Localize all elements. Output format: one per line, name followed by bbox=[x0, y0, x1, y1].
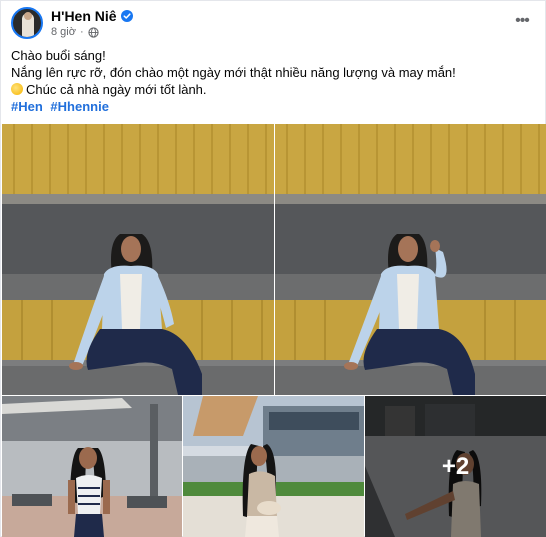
post-photo-5[interactable]: +2 bbox=[365, 396, 546, 537]
post-line-3: Chúc cả nhà ngày mới tốt lành. bbox=[11, 81, 536, 98]
post-photo-3[interactable] bbox=[2, 396, 182, 537]
post-header: H'Hen Niê 8 giờ · ••• bbox=[1, 1, 546, 41]
post-photo-1[interactable] bbox=[2, 124, 274, 395]
facebook-post: H'Hen Niê 8 giờ · ••• Chào buổi sáng! Nắ… bbox=[0, 0, 546, 537]
post-photo-2[interactable] bbox=[275, 124, 546, 395]
photo-woman-with-handbag bbox=[183, 396, 364, 537]
sun-emoji-icon bbox=[11, 83, 23, 95]
author-name[interactable]: H'Hen Niê bbox=[51, 8, 117, 24]
post-time[interactable]: 8 giờ bbox=[51, 26, 76, 38]
post-line-1: Chào buổi sáng! bbox=[11, 48, 106, 63]
post-line-3-text: Chúc cả nhà ngày mới tốt lành. bbox=[26, 82, 207, 97]
author-avatar[interactable] bbox=[11, 7, 43, 39]
post-text: Chào buổi sáng! Nắng lên rực rỡ, đón chà… bbox=[11, 47, 536, 98]
more-options-button[interactable]: ••• bbox=[511, 11, 533, 31]
hashtag-hhennie[interactable]: #Hhennie bbox=[50, 99, 109, 114]
post-photo-4[interactable] bbox=[183, 396, 364, 537]
post-meta: 8 giờ · bbox=[51, 26, 99, 38]
author-name-row: H'Hen Niê bbox=[51, 8, 133, 24]
more-photos-overlay[interactable]: +2 bbox=[365, 396, 546, 537]
photo-woman-seated-on-bench bbox=[2, 124, 274, 395]
photo-woman-walking-patio bbox=[2, 396, 182, 537]
verified-badge-icon bbox=[120, 10, 133, 22]
globe-icon[interactable] bbox=[87, 26, 99, 38]
photo-woman-laughing-on-bench bbox=[275, 124, 546, 395]
more-options-icon: ••• bbox=[515, 12, 530, 29]
more-photos-count: +2 bbox=[441, 452, 470, 480]
meta-separator: · bbox=[79, 26, 84, 38]
hashtag-hen[interactable]: #Hen bbox=[11, 99, 43, 114]
avatar-head bbox=[24, 12, 32, 20]
hashtags: #Hen #Hhennie bbox=[11, 99, 113, 114]
post-line-2: Nắng lên rực rỡ, đón chào một ngày mới t… bbox=[11, 65, 456, 80]
